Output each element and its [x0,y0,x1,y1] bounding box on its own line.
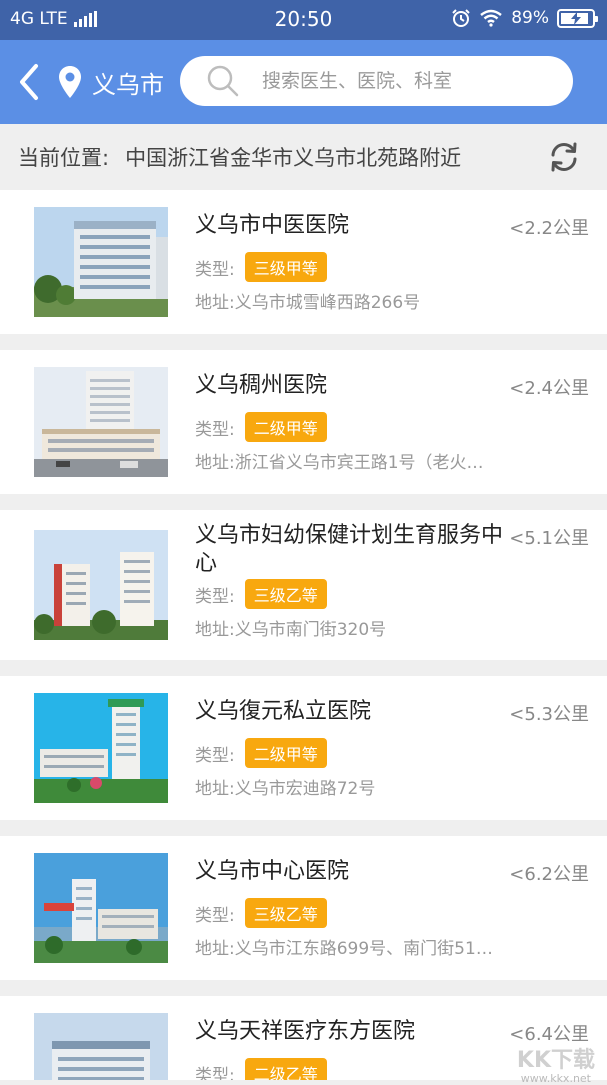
level-badge: 二级甲等 [245,738,327,768]
search-box[interactable] [180,56,573,106]
refresh-location-button[interactable] [547,140,581,174]
hospital-type-row: 类型: 三级乙等 [195,898,327,928]
hospital-card[interactable]: 义乌市妇幼保健计划生育服务中心 <5.1公里 类型: 三级乙等 地址:义乌市南门… [0,510,607,660]
address-label: 地址: [195,939,235,959]
level-badge: 三级甲等 [245,252,327,282]
hospital-name: 义乌市中心医院 [195,858,507,886]
hospital-distance: <2.4公里 [509,374,589,400]
hospital-type-row: 类型: 三级甲等 [195,252,327,282]
level-badge: 二级甲等 [245,412,327,442]
chevron-left-icon [12,60,48,104]
type-label: 类型: [195,1061,235,1081]
battery-icon [557,9,595,28]
address-value: 义乌市城雪峰西路266号 [235,293,420,313]
hospital-card[interactable]: 义乌市中心医院 <6.2公里 类型: 三级乙等 地址:义乌市江东路699号、南门… [0,836,607,980]
status-bar: 4G LTE 20:50 89% [0,0,607,40]
address-label: 地址: [195,779,235,799]
hospital-type-row: 类型: 三级乙等 [195,579,327,609]
hospital-name: 义乌天祥医疗东方医院 [195,1018,507,1046]
address-value: 义乌市南门街320号 [235,620,386,640]
address-label: 地址: [195,453,235,473]
hospital-card[interactable]: 义乌市中医医院 <2.2公里 类型: 三级甲等 地址:义乌市城雪峰西路266号 [0,190,607,334]
hospital-address: 地址:浙江省义乌市宾王路1号（老火… [195,448,557,473]
hospital-name: 义乌市中医医院 [195,212,507,240]
location-value: 中国浙江省金华市义乌市北苑路附近 [125,142,461,172]
type-label: 类型: [195,901,235,926]
hospital-name: 义乌市妇幼保健计划生育服务中心 [195,522,507,578]
address-label: 地址: [195,620,235,640]
address-value: 浙江省义乌市宾王路1号（老火… [235,453,484,473]
address-value: 义乌市宏迪路72号 [235,779,376,799]
hospital-type-row: 类型: 二级甲等 [195,412,327,442]
hospital-photo [34,1013,168,1080]
hospital-distance: <5.1公里 [509,524,589,550]
level-badge: 二级乙等 [245,1058,327,1080]
watermark-text: KK下载 [517,1048,595,1073]
location-pin-icon [58,65,82,99]
address-label: 地址: [195,293,235,313]
hospital-photo [34,853,168,963]
battery-percent: 89% [511,8,549,28]
level-badge: 三级乙等 [245,579,327,609]
hospital-card[interactable]: 义乌復元私立医院 <5.3公里 类型: 二级甲等 地址:义乌市宏迪路72号 [0,676,607,820]
location-label: 当前位置: [18,142,109,172]
type-label: 类型: [195,415,235,440]
hospital-address: 地址:义乌市宏迪路72号 [195,774,557,799]
hospital-address: 地址:义乌市江东路699号、南门街51… [195,934,557,959]
type-label: 类型: [195,741,235,766]
hospital-distance: <2.2公里 [509,214,589,240]
address-value: 义乌市江东路699号、南门街51… [235,939,493,959]
alarm-icon [451,8,471,28]
hospital-type-row: 类型: 二级甲等 [195,738,327,768]
hospital-address: 地址:义乌市南门街320号 [195,615,557,640]
search-input[interactable] [262,70,542,92]
hospital-photo [34,693,168,803]
watermark-logo: KK下载 www.kkx.net [517,1042,595,1074]
hospital-photo [34,207,168,317]
hospital-photo [34,367,168,477]
hospital-distance: <6.2公里 [509,860,589,886]
search-icon [206,64,240,98]
type-label: 类型: [195,255,235,280]
watermark-url: www.kkx.net [521,1072,591,1085]
hospital-type-row: 类型: 二级乙等 [195,1058,327,1080]
city-selector[interactable]: 义乌市 [58,60,164,104]
current-location-bar: 当前位置: 中国浙江省金华市义乌市北苑路附近 [0,124,607,190]
type-label: 类型: [195,582,235,607]
header: 义乌市 [0,40,607,124]
hospital-name: 义乌復元私立医院 [195,698,507,726]
hospital-photo [34,530,168,640]
hospital-card[interactable]: 义乌稠州医院 <2.4公里 类型: 二级甲等 地址:浙江省义乌市宾王路1号（老火… [0,350,607,494]
city-name: 义乌市 [92,65,164,100]
hospital-distance: <5.3公里 [509,700,589,726]
refresh-icon [547,140,581,174]
hospital-name: 义乌稠州医院 [195,372,507,400]
back-button[interactable] [12,60,48,104]
wifi-icon [479,9,503,27]
hospital-address: 地址:义乌市城雪峰西路266号 [195,288,557,313]
level-badge: 三级乙等 [245,898,327,928]
